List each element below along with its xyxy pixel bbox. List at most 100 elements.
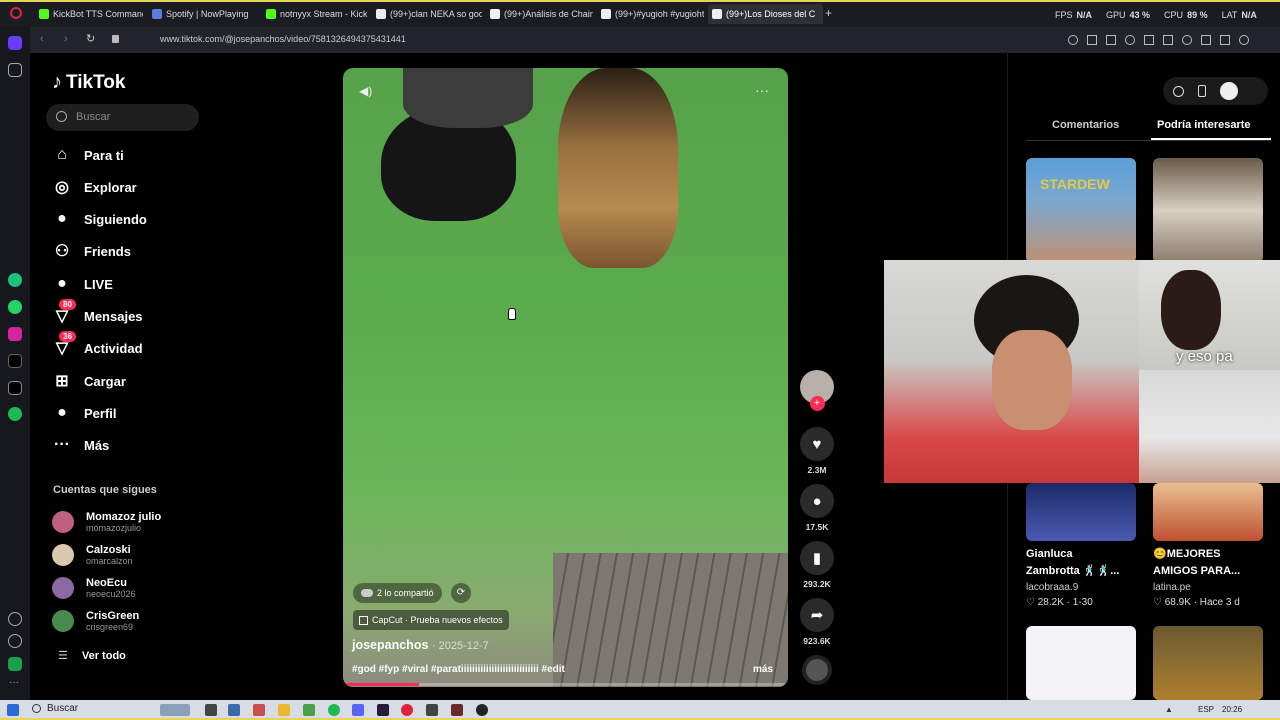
spotify-icon[interactable] [328,704,340,716]
taskbar-search[interactable]: Buscar [32,703,78,714]
see-all-link[interactable]: ☰ Ver todo [58,649,126,663]
heart-icon[interactable] [8,612,22,626]
nav-item-compass[interactable]: ◎ Explorar [52,177,137,197]
following-account[interactable]: Calzoski omarcalzon [52,544,133,566]
menu-icon[interactable] [1220,35,1230,45]
nav-item-messages[interactable]: ▽ Mensajes 80 [52,299,143,326]
tiktok-icon[interactable] [8,354,22,368]
nav-item-profile[interactable]: ● Perfil [52,403,116,423]
app-icon[interactable] [451,704,463,716]
x-icon[interactable] [8,381,22,395]
app-icon[interactable] [377,704,389,716]
app-icon[interactable] [303,704,315,716]
save-action[interactable]: ▮ 293.2K [799,541,835,589]
snapshot-icon[interactable] [1087,35,1097,45]
nav-item-friends[interactable]: ⚇ Friends [52,241,131,261]
search-box[interactable]: Buscar [46,104,199,131]
home-icon[interactable] [8,36,22,50]
tab-comments[interactable]: Comentarios [1052,119,1119,131]
chatgpt-icon[interactable] [8,273,22,287]
suggestion-thumb-stardew[interactable]: STARDEW [1026,158,1136,263]
windows-start-icon[interactable] [7,704,19,716]
more-options-icon[interactable]: ··· [755,82,769,98]
repost-icon[interactable]: ⟳ [451,583,471,603]
lock-icon[interactable] [112,35,119,43]
video-author[interactable]: josepanchos [352,638,428,652]
widgets-icon[interactable] [160,704,190,716]
vpn-icon[interactable] [1144,35,1154,45]
opera-icon[interactable] [401,704,413,716]
obs-icon[interactable] [476,704,488,716]
suggestion-thumb-anubis[interactable] [1026,626,1136,700]
suggestion-thumb-amigos[interactable] [1153,483,1263,541]
browser-tab[interactable]: (99+)Los Dioses del C [708,4,823,24]
discord-icon[interactable] [352,704,364,716]
tab-suggested[interactable]: Podría interesarte [1157,119,1251,131]
heart-icon[interactable]: ♥ [800,427,834,461]
share-action[interactable]: ➦ 923.6K [799,598,835,646]
app-icon[interactable] [228,704,240,716]
browser-tab[interactable]: (99+)clan NEKA so good, [372,4,482,24]
follow-plus-icon[interactable]: + [809,396,825,411]
browser-tab[interactable]: Spotify | NowPlaying [148,4,258,24]
play-icon[interactable] [1163,35,1173,45]
suggestion-thumb-nature[interactable] [1153,626,1263,700]
browser-tab[interactable]: notnyyx Stream - Kick Da [262,4,367,24]
reload-icon[interactable]: ↻ [86,32,95,45]
nav-item-live[interactable]: ● LIVE [52,274,113,294]
following-account[interactable]: CrisGreen crisgreen69 [52,610,139,632]
back-icon[interactable]: ‹ [40,33,44,45]
sound-disc[interactable] [799,655,835,685]
volume-icon[interactable]: ◀) [359,84,372,98]
caption-more-link[interactable]: más [753,664,773,675]
following-account[interactable]: Momazoz julio momazozjulio [52,511,161,533]
shared-chip[interactable]: 2 lo compartió [353,583,442,603]
creator-avatar[interactable]: + [799,370,835,411]
new-tab-button[interactable]: + [825,6,832,20]
like-action[interactable]: ♥ 2.3M [799,427,835,475]
download-icon[interactable] [1201,35,1211,45]
comment-action[interactable]: ● 17.5K [799,484,835,532]
progress-track[interactable] [343,683,788,686]
history-icon[interactable] [8,634,22,648]
extensions-icon[interactable] [8,657,22,671]
whatsapp-icon[interactable] [8,300,22,314]
browser-tab[interactable]: (99+)Análisis de Chainsaw [486,4,593,24]
forward-icon[interactable]: › [64,33,68,45]
spotify-icon[interactable] [8,407,22,421]
pinned-icon[interactable] [8,63,22,77]
suggestion-thumb-skeleton[interactable] [1153,158,1263,263]
opera-logo-icon[interactable] [10,7,22,19]
comment-icon[interactable]: ● [800,484,834,518]
taskview-icon[interactable] [205,704,217,716]
user-avatar-icon[interactable] [1220,82,1238,100]
suggestion-thumb-gianluca[interactable] [1026,483,1136,541]
shield-icon[interactable] [1125,35,1135,45]
search-icon[interactable] [1068,35,1078,45]
nav-item-following-avatar[interactable]: ● Siguiendo [52,209,147,229]
app-icon[interactable] [253,704,265,716]
folder-icon[interactable] [278,704,290,716]
language-indicator[interactable]: ESP [1198,705,1214,714]
nav-item-activity[interactable]: ▽ Actividad 36 [52,331,143,358]
url-field[interactable]: www.tiktok.com/@josepanchos/video/758132… [160,34,406,44]
video-player[interactable]: ◀) ··· 2 lo compartió ⟳ CapCut · Prueba … [343,68,788,687]
capcut-chip[interactable]: CapCut · Prueba nuevos efectos [353,610,509,630]
nav-item-upload[interactable]: ⊞ Cargar [52,371,126,391]
following-account[interactable]: NeoEcu neoecu2026 [52,577,136,599]
nav-item-home[interactable]: ⌂ Para ti [52,145,124,165]
nav-item-more[interactable]: ··· Más [52,435,109,455]
clock[interactable]: 20:26 [1222,705,1242,714]
profile-icon[interactable] [1239,35,1249,45]
tiktok-logo[interactable]: ♪ TikTok [52,71,125,94]
share-icon[interactable]: ➦ [800,598,834,632]
browser-tab[interactable]: (99+)#yugioh #yugiohtik [597,4,704,24]
app-icon[interactable] [426,704,438,716]
bookmark-icon[interactable]: ▮ [800,541,834,575]
camera-icon[interactable] [1106,35,1116,45]
instagram-icon[interactable] [8,327,22,341]
video-caption[interactable]: #god #fyp #viral #paratiiiiiiiiiiiiiiiii… [352,664,565,675]
browser-tab[interactable]: KickBot TTS Commands [35,4,143,24]
compass-icon[interactable] [1173,85,1184,97]
more-icon[interactable]: ··· [9,677,19,688]
